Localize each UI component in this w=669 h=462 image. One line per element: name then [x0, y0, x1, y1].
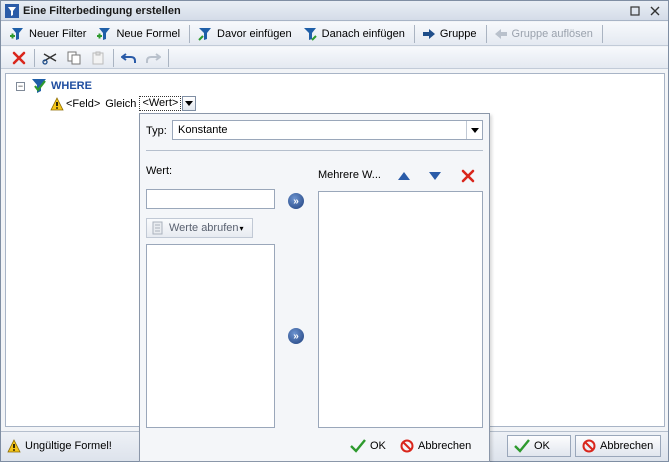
- cut-button[interactable]: [38, 48, 62, 68]
- danach-einfuegen-label: Danach einfügen: [321, 27, 405, 40]
- wert-input[interactable]: [146, 189, 275, 209]
- redo-button[interactable]: [141, 48, 165, 68]
- caret-down-icon: [185, 101, 194, 106]
- close-icon: [650, 6, 660, 15]
- multiple-values-list[interactable]: [318, 191, 483, 428]
- main-toolbar: Neuer Filter Neue Formel Davor einfügen …: [1, 22, 668, 46]
- operator-label[interactable]: Gleich: [105, 98, 136, 110]
- paste-icon: [92, 51, 104, 64]
- tree-root-row: − WHERE: [16, 78, 92, 94]
- undo-icon: [121, 52, 136, 63]
- copy-icon: [67, 51, 81, 64]
- status-text: Ungültige Formel!: [25, 440, 112, 452]
- copy-button[interactable]: [62, 48, 86, 68]
- neuer-filter-label: Neuer Filter: [29, 27, 87, 40]
- close-button[interactable]: [648, 4, 662, 18]
- triangle-down-icon: [429, 172, 441, 180]
- delete-icon: [461, 169, 475, 183]
- condition-row: <Feld> Gleich <Wert>: [50, 96, 197, 111]
- redo-icon: [146, 52, 161, 63]
- move-down-button[interactable]: [423, 166, 447, 186]
- add-value-button[interactable]: »: [288, 193, 304, 209]
- toolbar-separator: [189, 24, 191, 43]
- window-title: Eine Filterbedingung erstellen: [23, 4, 181, 17]
- value-popup: Typ: Konstante Wert: Werte abrufen ▾ » »…: [139, 113, 490, 462]
- davor-einfuegen-label: Davor einfügen: [217, 27, 292, 40]
- caret-down-icon: [470, 127, 479, 133]
- popup-cancel-label: Abbrechen: [418, 440, 472, 452]
- popup-ok-label: OK: [370, 440, 386, 452]
- app-icon: [5, 3, 19, 18]
- field-placeholder[interactable]: <Feld>: [66, 98, 100, 110]
- double-chevron-right-icon: »: [293, 330, 299, 342]
- edit-toolbar: [1, 47, 668, 69]
- value-dropdown-button[interactable]: [182, 96, 197, 111]
- davor-einfuegen-button[interactable]: Davor einfügen: [193, 24, 298, 44]
- caret-down-icon: ▾: [239, 223, 244, 233]
- delete-button[interactable]: [7, 48, 31, 68]
- filter-check-icon: [32, 79, 46, 93]
- triangle-up-icon: [398, 172, 410, 180]
- cancel-icon: [582, 439, 596, 453]
- gruppe-label: Gruppe: [439, 27, 477, 40]
- delete-icon: [12, 51, 26, 64]
- popup-ok-button[interactable]: OK: [350, 437, 386, 455]
- typ-dropdown-arrow[interactable]: [466, 121, 482, 139]
- ungroup-arrow-icon: [494, 28, 507, 39]
- add-selected-values-button[interactable]: »: [288, 328, 304, 344]
- toolbar-separator: [34, 48, 35, 67]
- werte-abrufen-button[interactable]: Werte abrufen ▾: [146, 218, 253, 238]
- warning-icon: [50, 96, 64, 110]
- typ-value: Konstante: [178, 124, 228, 136]
- check-icon: [514, 439, 530, 453]
- cancel-icon: [400, 439, 414, 453]
- insert-after-icon: [303, 27, 317, 41]
- neue-formel-button[interactable]: Neue Formel: [92, 24, 186, 44]
- toolbar-separator: [485, 24, 487, 43]
- toolbar-separator: [113, 48, 114, 67]
- cancel-button[interactable]: Abbrechen: [575, 435, 661, 457]
- divider: [146, 150, 483, 151]
- restore-button[interactable]: [628, 4, 642, 18]
- document-icon: [152, 221, 163, 235]
- move-up-button[interactable]: [392, 166, 416, 186]
- gruppe-aufloesen-button[interactable]: Gruppe auflösen: [490, 24, 599, 44]
- title-bar: Eine Filterbedingung erstellen: [1, 1, 668, 21]
- value-placeholder[interactable]: <Wert>: [139, 96, 182, 111]
- values-list[interactable]: [146, 244, 275, 428]
- restore-icon: [630, 5, 640, 16]
- new-filter-icon: [10, 27, 23, 40]
- neuer-filter-button[interactable]: Neuer Filter: [5, 24, 92, 44]
- wert-label: Wert:: [146, 165, 173, 177]
- popup-cancel-button[interactable]: Abbrechen: [400, 437, 471, 455]
- ok-button[interactable]: OK: [507, 435, 571, 457]
- danach-einfuegen-button[interactable]: Danach einfügen: [298, 24, 411, 44]
- toolbar-separator: [168, 48, 169, 67]
- cut-icon: [42, 52, 57, 65]
- gruppe-aufloesen-label: Gruppe auflösen: [511, 27, 593, 40]
- undo-button[interactable]: [117, 48, 141, 68]
- filter-dialog-window: Eine Filterbedingung erstellen Neuer Fil…: [0, 0, 669, 462]
- remove-value-button[interactable]: [456, 166, 480, 186]
- new-formula-icon: [97, 27, 111, 40]
- werte-abrufen-label: Werte abrufen: [169, 222, 239, 234]
- gruppe-button[interactable]: Gruppe: [418, 24, 483, 44]
- check-icon: [350, 439, 366, 453]
- collapse-toggle[interactable]: −: [16, 81, 25, 91]
- cancel-label: Abbrechen: [600, 440, 654, 452]
- ok-label: OK: [534, 440, 550, 452]
- warning-icon: [7, 439, 21, 453]
- group-arrow-icon: [422, 28, 435, 39]
- toolbar-separator: [601, 24, 603, 43]
- typ-label: Typ:: [146, 125, 167, 137]
- toolbar-separator: [413, 24, 415, 43]
- where-label[interactable]: WHERE: [51, 80, 92, 92]
- typ-select[interactable]: Konstante: [172, 120, 483, 140]
- double-chevron-right-icon: »: [293, 195, 299, 207]
- paste-button[interactable]: [86, 48, 110, 68]
- insert-before-icon: [198, 27, 212, 41]
- neue-formel-label: Neue Formel: [116, 27, 181, 40]
- mehrere-werte-label: Mehrere W...: [318, 169, 381, 181]
- status-message: Ungültige Formel!: [7, 439, 112, 453]
